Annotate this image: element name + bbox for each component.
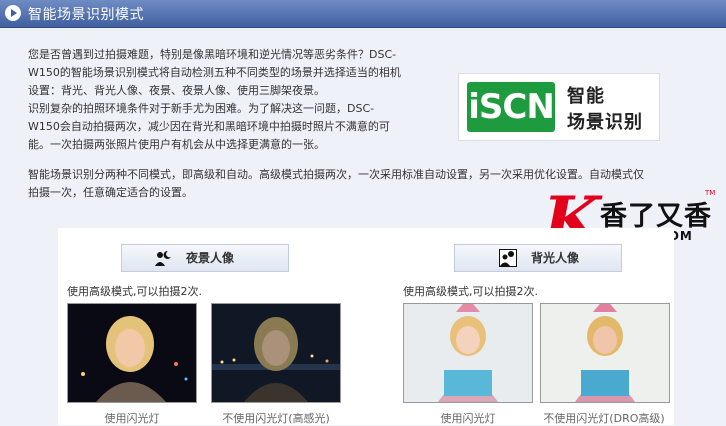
intro-line: 设置：背光、背光人像、夜景、夜景人像、使用三脚架夜景。 — [28, 84, 325, 97]
intro-line: 能。一次拍摄两张照片使用户有机会从中选择更满意的一张。 — [28, 138, 325, 151]
watermark-tm: TM — [705, 189, 716, 197]
photo-label: 使用闪光灯 — [440, 412, 496, 425]
intro-line: 智能场景识别分两种不同模式，即高级和自动。高级模式拍摄两次，一次采用标准自动设置… — [28, 168, 644, 181]
mode-tab-night-portrait: 夜景人像 — [121, 244, 289, 272]
mode-tab-label: 夜景人像 — [186, 251, 235, 265]
intro-line: 您是否曾遇到过拍摄难题，特别是像黑暗环境和逆光情况等恶劣条件？DSC- — [28, 48, 397, 61]
photo-label: 不使用闪光灯(高感光) — [222, 412, 330, 425]
intro-text: 您是否曾遇到过拍摄难题，特别是像黑暗环境和逆光情况等恶劣条件？DSC- W150… — [28, 46, 436, 154]
night-portrait-icon — [155, 250, 171, 266]
sample-photo-backlight-dro — [540, 303, 670, 403]
iscn-mark: iSCN — [467, 82, 555, 132]
section-header: 智能场景识别模式 — [0, 0, 726, 28]
photo-label: 不使用闪光灯(DRO高级) — [543, 412, 665, 425]
mode-tab-backlight-portrait: 背光人像 — [454, 244, 622, 272]
mode-caption: 使用高级模式,可以拍摄2次. — [67, 285, 202, 298]
iscn-logo: iSCN 智能 场景识别 — [458, 73, 660, 141]
section-title: 智能场景识别模式 — [28, 7, 144, 23]
mode-tab-label: 背光人像 — [531, 251, 580, 265]
photo-label: 使用闪光灯 — [104, 412, 160, 425]
mode-caption: 使用高级模式,可以拍摄2次. — [403, 285, 538, 298]
intro-line: 识别复杂的拍照环境条件对于新手尤为困难。为了解决这一问题，DSC- — [28, 102, 375, 115]
play-arrow-icon — [5, 5, 21, 21]
sample-photo-night-noflash — [211, 303, 341, 403]
intro-line: W150会自动拍摄两次，减少因在背光和黑暗环境中拍摄时照片不满意的可 — [28, 120, 390, 133]
intro-line: W150的智能场景识别模式将自动检测五种不同类型的场景并选择适当的相机 — [28, 66, 401, 79]
logo-line-1: 智能 — [567, 86, 605, 107]
sample-photo-backlight-flash — [403, 303, 533, 403]
sample-photo-night-flash — [67, 303, 197, 403]
backlight-portrait-icon — [499, 249, 517, 267]
logo-line-2: 场景识别 — [567, 112, 643, 133]
